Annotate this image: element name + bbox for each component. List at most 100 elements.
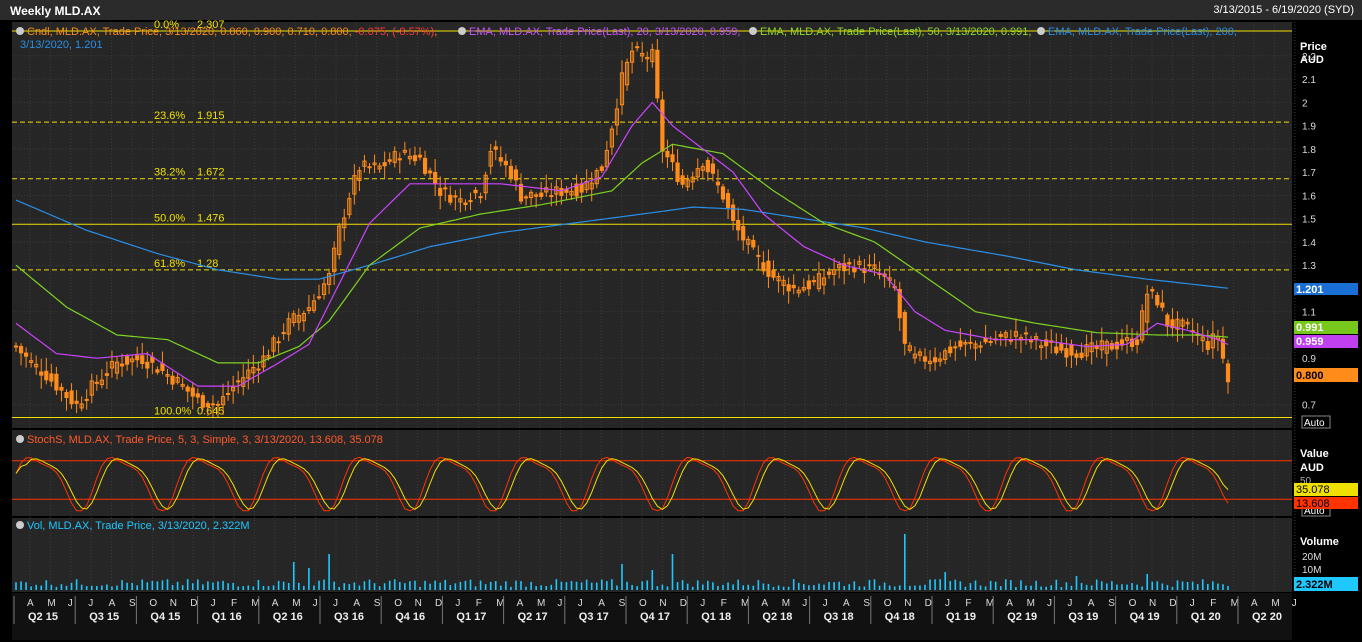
month-tick-label: O	[149, 598, 157, 609]
ema200-legend: EMA, MLD.AX, Trade Price(Last), 200,	[1048, 26, 1237, 38]
candle-body	[468, 200, 473, 203]
month-tick-label: A	[598, 598, 605, 609]
candle-body	[983, 337, 988, 343]
month-tick-label: S	[374, 598, 381, 609]
price-tick-label: 1.9	[1302, 122, 1316, 133]
ema20-legend-icon[interactable]	[458, 27, 466, 35]
quarter-tick-label: Q3 19	[1068, 611, 1098, 623]
month-tick-label: F	[1210, 598, 1216, 609]
candle-body	[155, 369, 160, 373]
candle-body	[1135, 339, 1140, 346]
stoch-legend-icon[interactable]	[16, 435, 24, 443]
price-tick-label: 1.6	[1302, 191, 1316, 202]
ema50-legend: EMA, MLD.AX, Trade Price(Last), 50, 3/13…	[760, 26, 1031, 38]
quarter-tick-label: Q1 20	[1191, 611, 1221, 623]
ema200-badge-value: 1.201	[1296, 284, 1324, 296]
quarter-tick-label: Q3 16	[334, 611, 364, 623]
candle-body	[710, 163, 715, 174]
month-tick-label: J	[68, 598, 73, 609]
volume-tick-20m: 20M	[1302, 552, 1321, 563]
ema20-badge-value: 0.959	[1296, 336, 1324, 348]
candle-body	[988, 340, 993, 343]
candle-body	[236, 380, 241, 383]
candle-body	[635, 46, 640, 49]
candle-body	[438, 187, 443, 196]
candle-body	[751, 239, 756, 248]
ema50-legend-icon[interactable]	[749, 27, 757, 35]
month-tick-label: A	[843, 598, 850, 609]
candle-body	[59, 386, 64, 391]
candle-body	[720, 186, 726, 200]
candle-legend-suffix: ,	[434, 26, 437, 38]
price-panel[interactable]	[12, 22, 1292, 428]
candle-body	[49, 373, 54, 382]
candle-body	[1028, 340, 1034, 343]
quarter-tick-label: Q3 18	[824, 611, 854, 623]
candle-body	[190, 387, 195, 397]
month-tick-label: O	[884, 598, 892, 609]
candle-body	[54, 373, 59, 391]
candle-body	[215, 403, 221, 406]
candle-body	[660, 99, 665, 152]
price-tick-label: 1.5	[1302, 215, 1316, 226]
month-tick-label: N	[659, 598, 666, 609]
volume-legend-icon[interactable]	[16, 521, 24, 529]
month-tick-label: J	[700, 598, 705, 609]
month-tick-label: A	[1006, 598, 1013, 609]
candle-body	[367, 166, 372, 169]
stock-chart[interactable]: 0.0% 2.30723.6% 1.91538.2% 1.67250.0% 1.4766…	[0, 0, 1362, 642]
quarter-tick-label: Q2 16	[273, 611, 303, 623]
candle-body	[1074, 353, 1079, 358]
candle-body	[443, 187, 448, 190]
candle-body	[715, 181, 721, 186]
month-tick-label: A	[761, 598, 768, 609]
candle-body	[968, 341, 973, 344]
quarter-tick-label: Q2 18	[762, 611, 792, 623]
month-tick-label: N	[170, 598, 177, 609]
fib-level-value: 1.28	[197, 258, 218, 270]
fib-level-value: 1.672	[197, 167, 225, 179]
candle-body	[958, 340, 963, 347]
candle-body	[741, 226, 746, 241]
candle-body	[665, 150, 670, 158]
candle-legend-icon[interactable]	[16, 27, 24, 35]
candle-body	[226, 392, 231, 395]
candle-body	[185, 386, 190, 392]
candle-body	[599, 166, 604, 171]
quarter-tick-label: Q1 17	[456, 611, 486, 623]
fib-level-pct: 100.0%	[154, 406, 192, 418]
stoch-legend: StochS, MLD.AX, Trade Price, 5, 3, Simpl…	[27, 434, 383, 446]
volume-badge-value: 2.322M	[1296, 579, 1333, 591]
candle-body	[74, 400, 79, 404]
price-tick-label: 0.7	[1302, 401, 1316, 412]
month-tick-label: A	[109, 598, 116, 609]
stoch-k-badge-value: 13.608	[1296, 498, 1330, 510]
candle-body	[1054, 346, 1059, 354]
candle-body	[417, 154, 423, 158]
month-tick-label: J	[88, 598, 93, 609]
candle-body	[513, 169, 519, 181]
month-tick-label: D	[680, 598, 687, 609]
candle-body	[922, 356, 928, 362]
ema200-legend-icon[interactable]	[1037, 27, 1045, 35]
month-tick-label: J	[945, 598, 950, 609]
candle-body	[518, 183, 524, 202]
price-tick-label: 2.2	[1302, 52, 1316, 63]
month-tick-label: A	[353, 598, 360, 609]
candle-body	[806, 280, 811, 290]
candle-body	[18, 346, 24, 354]
month-tick-label: J	[1190, 598, 1195, 609]
month-tick-label: M	[1027, 598, 1035, 609]
candle-legend-change: -0.075, (-8.57%)	[355, 26, 434, 38]
candle-body	[852, 267, 857, 273]
price-tick-label: 1.7	[1302, 168, 1316, 179]
candle-legend-prefix: Cndl, MLD.AX, Trade Price, 3/13/2020, 0.…	[27, 26, 355, 38]
price-tick-label: 1.1	[1302, 308, 1316, 319]
quarter-tick-label: Q4 19	[1130, 611, 1160, 623]
month-tick-label: F	[231, 598, 237, 609]
candle-body	[791, 284, 796, 289]
quarter-tick-label: Q2 17	[518, 611, 548, 623]
candle-body	[498, 157, 503, 162]
month-tick-label: M	[292, 598, 300, 609]
price-tick-label: 1.3	[1302, 261, 1316, 272]
